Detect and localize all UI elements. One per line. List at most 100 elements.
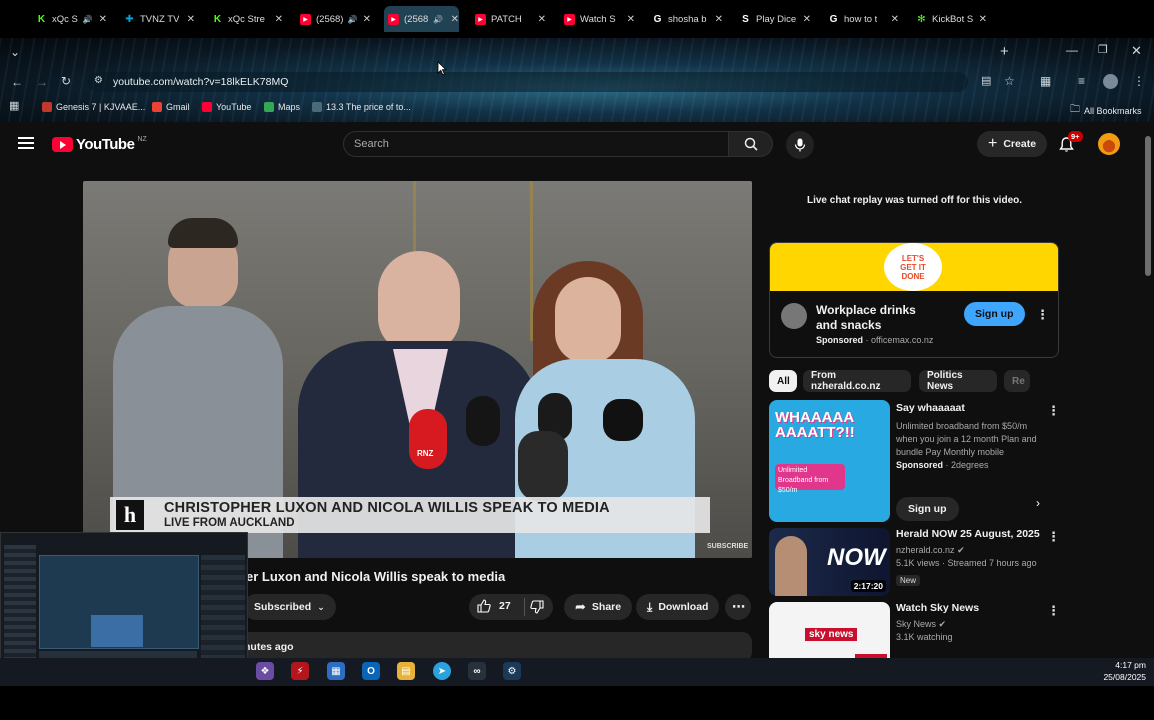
- tab-close-icon[interactable]: ✕: [538, 14, 546, 25]
- tab-close-icon[interactable]: ✕: [99, 14, 107, 25]
- rec-2-more-icon[interactable]: ⋮: [1047, 530, 1060, 543]
- notification-count-badge: 9+: [1068, 131, 1083, 142]
- reload-icon[interactable]: ↻: [61, 75, 71, 87]
- store-icon[interactable]: ▦: [327, 662, 345, 680]
- app-icon-link[interactable]: ∞: [468, 662, 486, 680]
- browser-tab[interactable]: Gshosha b ✕: [648, 6, 723, 32]
- steam-icon[interactable]: ⚙: [503, 662, 521, 680]
- ad-card[interactable]: LET'S GET IT DONE Workplace drinks and s…: [769, 242, 1059, 358]
- tab-close-icon[interactable]: ✕: [363, 14, 371, 25]
- video-title: er Luxon and Nicola Willis speak to medi…: [246, 569, 506, 584]
- rec-thumbnail-2[interactable]: NOW 2:17:20: [769, 528, 890, 596]
- file-explorer-icon[interactable]: ▤: [397, 662, 415, 680]
- outlook-icon[interactable]: O: [362, 662, 380, 680]
- rec-1-signup-button[interactable]: Sign up: [896, 497, 959, 521]
- rec-1-details[interactable]: Say whaaaaat Unlimited broadband from $5…: [896, 402, 1046, 472]
- rec-3-details[interactable]: Watch Sky News Sky News ✔ 3.1K watching: [896, 602, 1046, 644]
- profile-avatar-icon[interactable]: [1103, 74, 1118, 89]
- filter-chip[interactable]: From nzherald.co.nz: [803, 370, 911, 392]
- browser-tab[interactable]: KxQc S 🔊 ✕: [32, 6, 107, 32]
- tab-close-icon[interactable]: ✕: [627, 14, 635, 25]
- bookmark-item[interactable]: YouTube: [202, 102, 251, 112]
- app-icon-red[interactable]: ⚡: [291, 662, 309, 680]
- new-tab-plus-icon[interactable]: +: [1000, 44, 1009, 59]
- forward-icon[interactable]: →: [36, 76, 48, 88]
- description-box[interactable]: nutes ago: [240, 632, 752, 658]
- search-button[interactable]: [728, 131, 773, 157]
- youtube-logo[interactable]: YouTube NZ: [52, 136, 147, 153]
- filter-chip[interactable]: Politics News: [919, 370, 997, 392]
- ad-signup-button[interactable]: Sign up: [964, 302, 1025, 326]
- reading-list-icon[interactable]: ≡: [1078, 75, 1085, 87]
- site-info-icon[interactable]: ⚙: [94, 75, 103, 86]
- notifications-button[interactable]: 9+: [1059, 131, 1083, 158]
- page-scrollbar[interactable]: [1145, 136, 1151, 276]
- more-actions-button[interactable]: ⋯: [725, 594, 751, 620]
- download-button[interactable]: ⤓ Download: [636, 594, 720, 620]
- bookmark-item[interactable]: Genesis 7 | KJVAAE...: [42, 102, 145, 112]
- browser-menu-icon[interactable]: ⋮: [1133, 75, 1145, 87]
- all-bookmarks[interactable]: 🗀 All Bookmarks: [1070, 102, 1142, 119]
- apps-grid-icon[interactable]: ▦: [9, 101, 19, 112]
- close-window-icon[interactable]: ✕: [1131, 44, 1142, 57]
- subscribe-watermark[interactable]: SUBSCRIBE: [707, 543, 748, 550]
- create-button[interactable]: + Create: [977, 131, 1048, 157]
- video-player[interactable]: RNZ h CHRISTOPHER LUXON AND NICOLA WILLI…: [83, 181, 752, 558]
- rec-1-description: Unlimited broadband from $50/m when you …: [896, 421, 1037, 457]
- rnz-mic-label: RNZ: [417, 449, 434, 458]
- bookmark-star-icon[interactable]: ☆: [1004, 75, 1015, 87]
- bookmark-item[interactable]: Maps: [264, 102, 300, 112]
- extensions-icon[interactable]: ▦: [1040, 75, 1051, 87]
- browser-tab[interactable]: Ghow to t ✕: [824, 6, 899, 32]
- tab-audio-icon[interactable]: 🔊: [348, 15, 358, 24]
- rec-thumbnail-1[interactable]: WHAAAAA AAAATT?!! Unlimited Broadband fr…: [769, 400, 890, 522]
- tab-close-icon[interactable]: ✕: [803, 14, 811, 25]
- account-avatar[interactable]: [1098, 133, 1120, 155]
- dislike-button[interactable]: [530, 600, 544, 617]
- browser-tab[interactable]: KxQc Stre ✕: [208, 6, 283, 32]
- tab-close-icon[interactable]: ✕: [451, 14, 459, 25]
- url-text[interactable]: youtube.com/watch?v=18lkELK78MQ: [113, 76, 288, 88]
- browser-tab[interactable]: S Play Dice ✕: [736, 6, 811, 32]
- chevron-right-icon[interactable]: ›: [1036, 496, 1040, 510]
- voice-search-button[interactable]: [786, 131, 814, 159]
- app-icon-purple[interactable]: ❖: [256, 662, 274, 680]
- person-center-head: [378, 251, 460, 353]
- address-bar[interactable]: ⚙ youtube.com/watch?v=18lkELK78MQ: [88, 72, 1088, 92]
- tab-close-icon[interactable]: ✕: [979, 14, 987, 25]
- telegram-icon[interactable]: ➤: [433, 662, 451, 680]
- rec-thumbnail-3[interactable]: sky news: [769, 602, 890, 658]
- browser-tab[interactable]: ✻ KickBot S ✕: [912, 6, 987, 32]
- tab-close-icon[interactable]: ✕: [715, 14, 723, 25]
- rec-2-details[interactable]: Herald NOW 25 August, 2025 nzherald.co.n…: [896, 528, 1046, 588]
- system-clock[interactable]: 4:17 pm 25/08/2025: [1090, 659, 1146, 683]
- tab-close-icon[interactable]: ✕: [891, 14, 899, 25]
- back-icon[interactable]: ←: [11, 76, 23, 88]
- bookmark-item[interactable]: Gmail: [152, 102, 190, 112]
- browser-tab[interactable]: ▶ PATCH ✕: [471, 6, 546, 32]
- share-button[interactable]: ➦ Share: [564, 594, 633, 620]
- tab-audio-icon[interactable]: 🔊: [433, 15, 443, 24]
- guide-menu-icon[interactable]: [18, 137, 34, 149]
- restore-window-icon[interactable]: ❐: [1098, 45, 1108, 56]
- minimize-icon[interactable]: —: [1066, 44, 1078, 56]
- rec-1-more-icon[interactable]: ⋮: [1047, 404, 1060, 417]
- filter-chip[interactable]: Re: [1004, 370, 1030, 392]
- browser-tab[interactable]: ▶ (2568 🔊 ✕: [384, 6, 459, 32]
- search-input[interactable]: Search: [343, 131, 729, 157]
- tab-close-icon[interactable]: ✕: [275, 14, 283, 25]
- tab-list-chevron-icon[interactable]: ⌄: [10, 46, 20, 58]
- bookmark-item[interactable]: 13.3 The price of to...: [312, 102, 411, 112]
- browser-tab[interactable]: ▶ (2568) 'B 🔊 ✕: [296, 6, 371, 32]
- filter-chip[interactable]: All: [769, 370, 797, 392]
- install-app-icon[interactable]: ▤: [981, 76, 991, 87]
- subscribed-button[interactable]: Subscribed ⌄: [243, 594, 336, 620]
- tab-audio-icon[interactable]: 🔊: [83, 15, 93, 24]
- rec-2-meta: 5.1K views · Streamed 7 hours ago: [896, 558, 1037, 568]
- like-button[interactable]: 27: [477, 599, 511, 613]
- tab-close-icon[interactable]: ✕: [187, 14, 195, 25]
- browser-tab[interactable]: ✚ TVNZ TV ✕: [120, 6, 195, 32]
- ad-more-icon[interactable]: ⋮: [1036, 308, 1049, 321]
- browser-tab[interactable]: ▶ Watch S ✕: [560, 6, 635, 32]
- rec-3-more-icon[interactable]: ⋮: [1047, 604, 1060, 617]
